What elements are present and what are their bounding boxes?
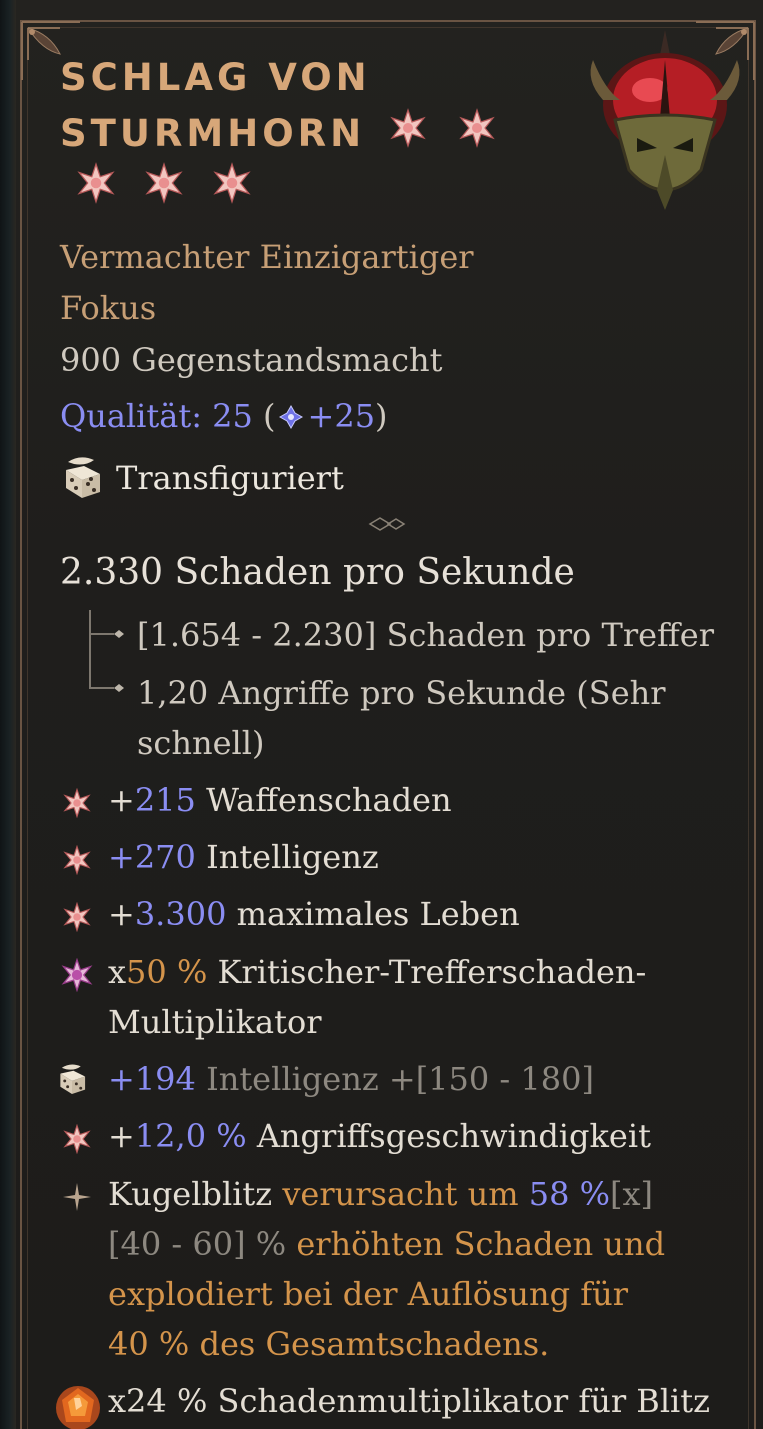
left-edge [0,0,16,1429]
quality-bonus: +25 [307,397,376,435]
affix-maximum-life: +3.300 maximales Leben [108,889,728,939]
unique-power: Kugelblitz verursacht um 58 %[x] [40 - 6… [108,1169,728,1369]
affix-text: Waffenschaden [195,781,452,819]
aps-line1: 1,20 Angriffe pro Sekunde (Sehr [137,674,666,712]
gem-star-icon [211,162,253,208]
gem-star-icon [62,844,92,879]
unique-range: [x] [610,1175,654,1213]
affix-prefix: + [108,895,135,933]
affix-text-line2: Multiplikator [108,1003,322,1041]
affix-value: +270 [108,838,196,876]
affix-intelligence: +270 Intelligenz [108,832,728,882]
section-divider [52,517,406,531]
rarity-line1: Vermachter Einzigartiger [60,238,474,276]
affix-weapon-damage: +215 Waffenschaden [108,775,728,825]
affix-text: Intelligenz [195,838,379,876]
affix-value: 50 % [126,953,208,991]
item-name-line1: SCHLAG VON [60,56,371,99]
unique-line1: Kugelblitz verursacht um 58 %[x] [108,1169,728,1219]
bottom-affix: x24 % Schadenmultiplikator für Blitz [108,1382,710,1420]
quality-label: Qualität: 25 [60,397,253,435]
affix-crit-damage: x50 % Kritischer-Trefferschaden- Multipl… [108,947,728,1047]
quality-close: ) [375,397,388,435]
affix-line1: x50 % Kritischer-Trefferschaden- [108,947,728,997]
item-power: 900 Gegenstandsmacht [60,341,443,379]
attacks-per-second: 1,20 Angriffe pro Sekunde (Sehr schnell) [137,668,666,768]
quality-row: Qualität: 25 ( +25) [60,396,388,439]
gem-star-icon [457,107,497,164]
stat-tree-lines [89,610,124,692]
unique-skill: Kugelblitz [108,1175,273,1213]
affix-text: Intelligenz +[150 - 180] [195,1060,594,1098]
affix-text: maximales Leben [226,895,520,933]
affix-prefix: + [108,781,135,819]
dice-icon [56,1060,88,1100]
quality-open: ( [252,397,276,435]
damage-per-second: 2.330 Schaden pro Sekunde [60,552,575,593]
greater-affix-stars [75,162,274,208]
affix-value: +194 [108,1060,196,1098]
affix-prefix: + [108,1117,135,1155]
damage-per-hit: [1.654 - 2.230] Schaden pro Treffer [137,616,715,654]
gem-star-icon [143,162,185,208]
helm-icon [590,30,740,210]
rarity-line2: Fokus [60,289,157,327]
affix-text: Angriffsgeschwindigkeit [246,1117,651,1155]
fire-gem-icon [54,1384,102,1429]
affix-intelligence-tempered: +194 Intelligenz +[150 - 180] [108,1054,728,1104]
transfigured-row: Transfiguriert [60,452,344,509]
item-name: SCHLAG VON STURMHORN [60,50,520,164]
unique-text: erhöhten Schaden und [286,1225,666,1263]
affix-attack-speed: +12,0 % Angriffsgeschwindigkeit [108,1111,728,1161]
unique-value: 58 % [528,1175,611,1213]
unique-line2: [40 - 60] % erhöhten Schaden und [108,1219,728,1269]
affix-value: 215 [134,781,196,819]
affix-prefix: x [108,953,127,991]
aps-line2: schnell) [137,724,265,762]
gem-star-icon [62,1123,92,1158]
item-name-line2-row: STURMHORN [60,106,520,164]
sparkle-icon [62,1182,92,1216]
affix-value: 12,0 % [134,1117,247,1155]
unique-line4: 40 % des Gesamtschadens. [108,1325,550,1363]
item-tooltip: SCHLAG VON STURMHORN Vermachter Einzigar… [0,0,763,1429]
unique-range: [40 - 60] % [108,1225,287,1263]
affix-text: Kritischer-Trefferschaden- [207,953,647,991]
affix-value: 3.300 [134,895,227,933]
unique-line3: explodiert bei der Auflösung für [108,1275,629,1313]
gem-star-icon [388,107,428,164]
transfigured-label: Transfiguriert [116,459,344,497]
unique-text: verursacht um [272,1175,529,1213]
gem-star-icon [75,162,117,208]
masterwork-icon [278,399,304,439]
item-name-line2: STURMHORN [60,112,366,155]
gem-star-icon [62,901,92,936]
gem-star-icon [62,787,92,822]
dice-icon [60,452,104,509]
purple-star-icon [60,957,94,996]
